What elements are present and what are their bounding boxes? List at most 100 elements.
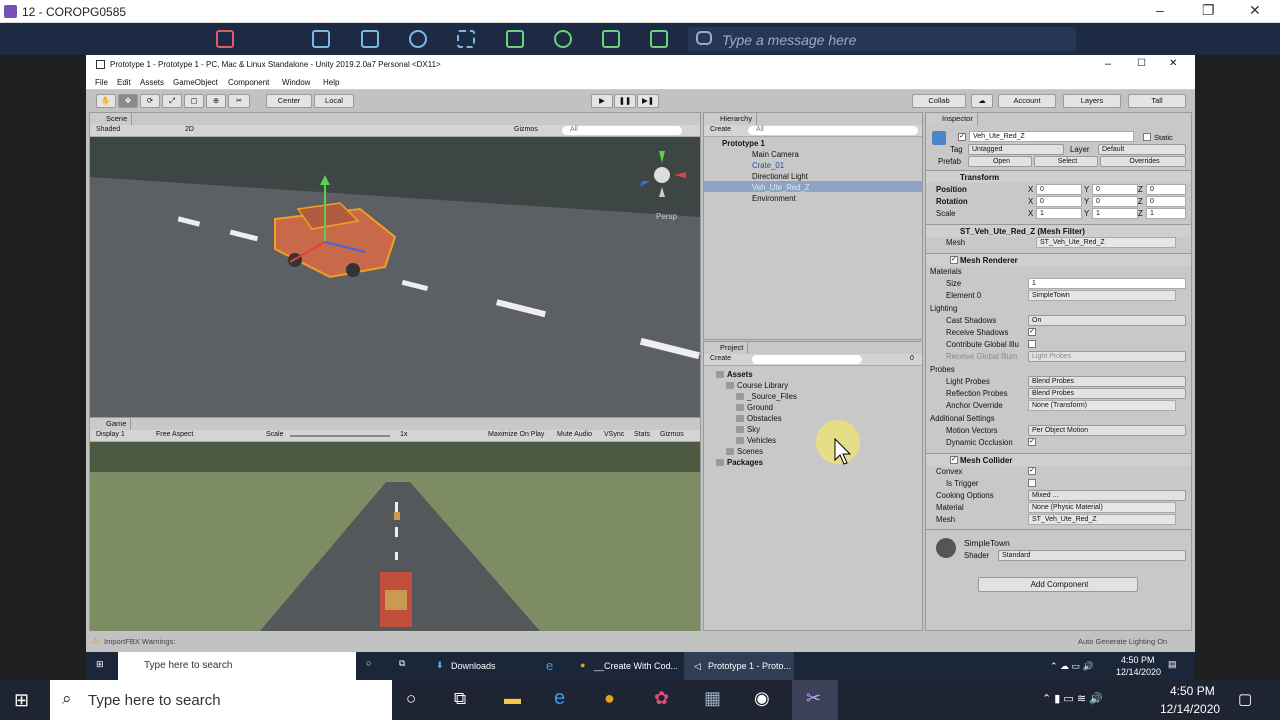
position-z-field[interactable]: 0 — [1146, 184, 1186, 195]
active-checkbox[interactable]: ✓ — [958, 133, 966, 141]
close-button[interactable]: ✕ — [1249, 2, 1261, 19]
calculator-icon[interactable]: ▦ — [704, 688, 721, 709]
maximize-on-play-toggle[interactable]: Maximize On Play — [488, 431, 544, 438]
size-field[interactable]: 1 — [1028, 278, 1186, 289]
reflection-probes-dropdown[interactable]: Blend Probes — [1028, 388, 1186, 399]
layer-dropdown[interactable]: Default — [1098, 144, 1186, 155]
cloud-button[interactable]: ☁ — [971, 94, 993, 108]
scene-search[interactable]: All — [562, 126, 682, 135]
start-icon[interactable]: ⊞ — [14, 690, 29, 711]
additional-settings-foldout[interactable]: Additional Settings — [930, 414, 995, 423]
tab-hierarchy[interactable]: Hierarchy — [704, 113, 758, 125]
ie-icon[interactable]: e — [554, 687, 565, 710]
tab-project[interactable]: Project — [704, 342, 749, 354]
lighting-foldout[interactable]: Lighting — [930, 304, 957, 313]
tag-dropdown[interactable]: Untagged — [968, 144, 1064, 155]
menu-help[interactable]: Help — [323, 78, 339, 87]
notification-icon[interactable]: ▢ — [1238, 690, 1252, 708]
menu-file[interactable]: File — [95, 78, 108, 87]
play-button[interactable]: ▶ — [591, 94, 613, 108]
remote-tray-icons[interactable]: ⌃ ☁ ▭ 🔊 — [1050, 661, 1094, 672]
hierarchy-item[interactable]: Crate_01 — [752, 161, 784, 170]
remote-cortana-icon[interactable]: ○ — [366, 658, 371, 668]
prefab-overrides-dropdown[interactable]: Overrides — [1100, 156, 1186, 167]
remote-search-box[interactable]: Type here to search — [118, 652, 356, 680]
hierarchy-item[interactable]: Environment — [752, 194, 796, 203]
collider-mesh-field[interactable]: ST_Veh_Ute_Red_Z — [1028, 514, 1176, 525]
cast-shadows-dropdown[interactable]: On — [1028, 315, 1186, 326]
hierarchy-item-selected[interactable]: Veh_Ute_Red_Z — [752, 183, 810, 192]
mesh-collider-header[interactable]: ✓ Mesh Collider — [926, 453, 1191, 466]
anchor-override-field[interactable]: None (Transform) — [1028, 400, 1176, 411]
paint-icon[interactable]: ✿ — [654, 688, 669, 709]
scale-x-field[interactable]: 1 — [1036, 208, 1082, 219]
mute-audio-toggle[interactable]: Mute Audio — [557, 431, 592, 438]
cooking-options-dropdown[interactable]: Mixed ... — [1028, 490, 1186, 501]
unity-maximize-button[interactable]: ☐ — [1137, 58, 1146, 69]
motion-vectors-dropdown[interactable]: Per Object Motion — [1028, 425, 1186, 436]
project-create-dropdown[interactable]: Create — [710, 355, 731, 362]
file-explorer-icon[interactable]: ▬ — [504, 689, 521, 709]
contribute-gi-checkbox[interactable] — [1028, 340, 1036, 348]
mesh-renderer-header[interactable]: ✓ Mesh Renderer — [926, 253, 1191, 266]
project-search[interactable] — [752, 355, 862, 364]
shader-dropdown[interactable]: Standard — [998, 550, 1186, 561]
is-trigger-checkbox[interactable] — [1028, 479, 1036, 487]
share-icon[interactable] — [506, 30, 524, 48]
rotation-y-field[interactable]: 0 — [1092, 196, 1138, 207]
display-dropdown[interactable]: Display 1 — [96, 431, 125, 438]
remote-taskbar-chrome[interactable]: __Create With Cod... — [594, 661, 678, 671]
scale-slider[interactable] — [290, 435, 390, 437]
message-input[interactable]: Type a message here — [688, 27, 1076, 51]
pivot-center-button[interactable]: Center — [266, 94, 312, 108]
menu-edit[interactable]: Edit — [117, 78, 131, 87]
hierarchy-item[interactable]: Directional Light — [752, 172, 808, 181]
static-checkbox[interactable] — [1143, 133, 1151, 141]
tab-game[interactable]: Game — [90, 418, 132, 430]
remote-taskview-icon[interactable]: ⧉ — [399, 658, 405, 669]
scene-viewport[interactable]: Persp — [90, 137, 700, 417]
edge-icon[interactable]: e — [546, 658, 553, 673]
prefab-open-button[interactable]: Open — [968, 156, 1032, 167]
scale-y-field[interactable]: 1 — [1092, 208, 1138, 219]
light-probes-dropdown[interactable]: Blend Probes — [1028, 376, 1186, 387]
game-viewport[interactable] — [90, 442, 700, 631]
pivot-local-button[interactable]: Local — [314, 94, 354, 108]
element0-field[interactable]: SimpleTown — [1028, 290, 1176, 301]
probes-foldout[interactable]: Probes — [930, 365, 955, 374]
tab-inspector[interactable]: Inspector — [926, 113, 978, 125]
mesh-field[interactable]: ST_Veh_Ute_Red_Z — [1036, 237, 1176, 248]
chrome-taskbar-icon[interactable]: ● — [604, 688, 615, 709]
scale-tool-button[interactable]: ⤢ — [162, 94, 182, 108]
remote-start-icon[interactable]: ⊞ — [96, 659, 104, 670]
game-gizmos-dropdown[interactable]: Gizmos — [660, 431, 684, 438]
gameobject-name-field[interactable]: Veh_Ute_Red_Z — [969, 131, 1134, 142]
hierarchy-create-dropdown[interactable]: Create — [710, 126, 731, 133]
hierarchy-search[interactable]: All — [748, 126, 918, 135]
pause-button[interactable]: ❚❚ — [614, 94, 636, 108]
dynamic-occlusion-checkbox[interactable]: ✓ — [1028, 438, 1036, 446]
stop-share-icon[interactable] — [216, 30, 234, 48]
monitor-icon[interactable] — [312, 30, 330, 48]
remote-taskbar-downloads[interactable]: Downloads — [451, 661, 496, 671]
rotate-tool-button[interactable]: ⟳ — [140, 94, 160, 108]
remote-notification-icon[interactable]: ▤ — [1168, 659, 1177, 670]
remote-desktop-taskbar-button[interactable]: ✂ — [792, 680, 838, 720]
screen-icon[interactable] — [361, 30, 379, 48]
fullscreen-icon[interactable] — [457, 30, 475, 48]
materials-foldout[interactable]: Materials — [930, 267, 962, 276]
view-icon[interactable] — [409, 30, 427, 48]
local-search-box[interactable]: ⌕ Type here to search — [50, 680, 392, 720]
prefab-select-button[interactable]: Select — [1034, 156, 1098, 167]
unity-close-button[interactable]: ✕ — [1169, 58, 1177, 69]
menu-window[interactable]: Window — [282, 78, 310, 87]
restore-button[interactable]: ❐ — [1202, 2, 1215, 19]
scale-z-field[interactable]: 1 — [1146, 208, 1186, 219]
rect-tool-button[interactable]: ▢ — [184, 94, 204, 108]
receive-shadows-checkbox[interactable]: ✓ — [1028, 328, 1036, 336]
taskview-icon[interactable]: ⧉ — [454, 689, 466, 709]
aspect-dropdown[interactable]: Free Aspect — [156, 431, 193, 438]
rotation-z-field[interactable]: 0 — [1146, 196, 1186, 207]
rotation-x-field[interactable]: 0 — [1036, 196, 1082, 207]
record-icon[interactable] — [554, 30, 572, 48]
